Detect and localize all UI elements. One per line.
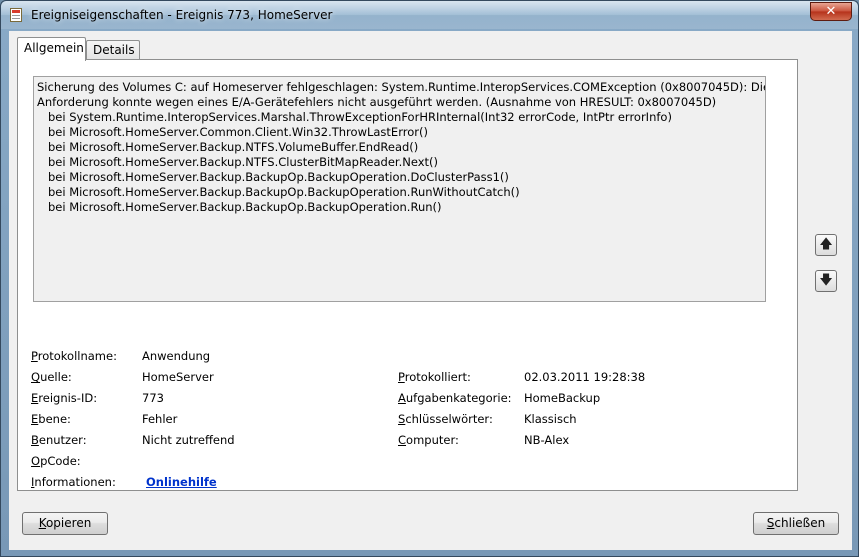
label-ebene: Ebene: (31, 412, 71, 426)
general-tab-panel: Sicherung des Volumes C: auf Homeserver … (17, 59, 798, 491)
label-computer: Computer: (398, 433, 459, 447)
value-benutzer: Nicht zutreffend (142, 433, 235, 447)
arrow-up-icon: 🡅 (819, 237, 833, 252)
label-benutzer: Benutzer: (31, 433, 87, 447)
event-log-icon (10, 8, 22, 22)
label-protokolliert: Protokolliert: (398, 370, 471, 384)
label-schluesselwoerter: Schlüsselwörter: (398, 412, 493, 426)
title-bar[interactable]: Ereigniseigenschaften - Ereignis 773, Ho… (1, 1, 858, 29)
value-protokolliert: 02.03.2011 19:28:38 (524, 370, 646, 384)
label-informationen: Informationen: (31, 475, 116, 489)
close-button[interactable]: Schließen (753, 512, 839, 535)
value-quelle: HomeServer (142, 370, 214, 384)
tab-details[interactable]: Details (86, 40, 140, 60)
label-protokollname: Protokollname: (31, 349, 117, 363)
label-opcode: OpCode: (31, 454, 81, 468)
label-aufgabenkategorie: Aufgabenkategorie: (398, 391, 512, 405)
value-schluesselwoerter: Klassisch (524, 412, 577, 426)
previous-event-button[interactable]: 🡅 (815, 234, 837, 256)
copy-button[interactable]: Kopieren (22, 512, 108, 535)
tab-allgemein[interactable]: Allgemein (17, 37, 86, 61)
arrow-down-icon: 🡇 (819, 273, 833, 288)
dialog-client-area: Allgemein Details Sicherung des Volumes … (9, 31, 852, 550)
value-ereignis-id[interactable]: 773 (142, 391, 164, 405)
value-protokollname: Anwendung (142, 349, 211, 363)
event-properties-window: Ereigniseigenschaften - Ereignis 773, Ho… (0, 0, 859, 557)
close-window-button[interactable]: ✕ (810, 2, 852, 21)
label-quelle: Quelle: (31, 370, 72, 384)
next-event-button[interactable]: 🡇 (815, 270, 837, 292)
label-ereignis-id: Ereignis-ID: (31, 391, 98, 405)
window-title: Ereigniseigenschaften - Ereignis 773, Ho… (31, 8, 333, 22)
onlinehilfe-link[interactable]: Onlinehilfe (146, 475, 217, 489)
value-ebene: Fehler (142, 412, 178, 426)
value-computer: NB-Alex (524, 433, 570, 447)
event-description[interactable]: Sicherung des Volumes C: auf Homeserver … (33, 76, 766, 302)
value-aufgabenkategorie: HomeBackup (524, 391, 601, 405)
